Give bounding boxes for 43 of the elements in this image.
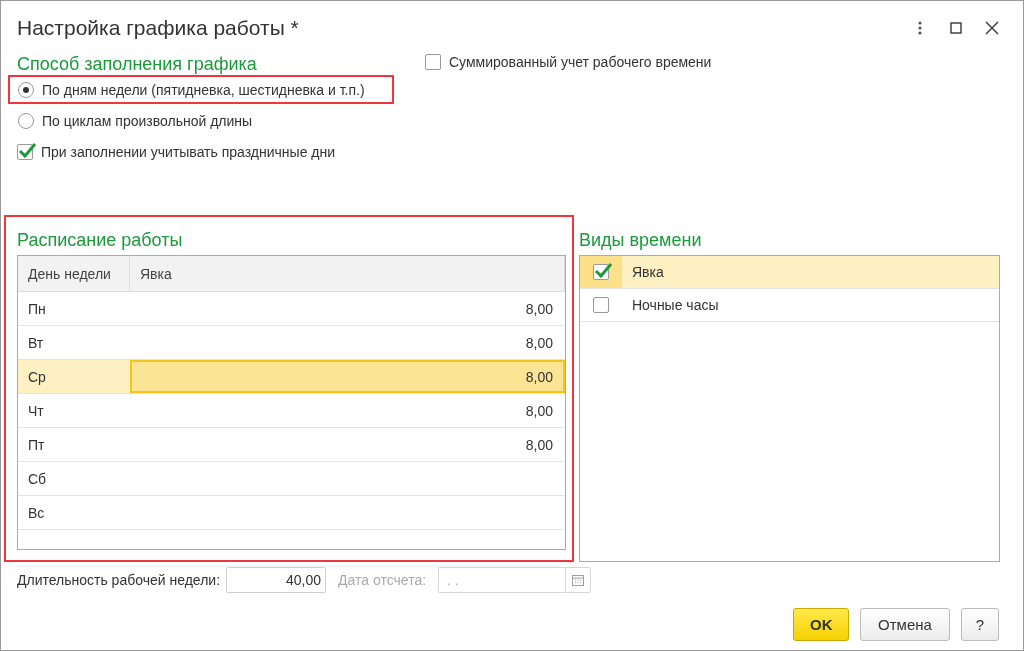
section-heading: Расписание работы [17, 229, 184, 251]
table-cell-text: Чт [27, 401, 45, 421]
week-length-field[interactable]: 40,00 [226, 567, 327, 593]
maximize-icon [950, 22, 962, 34]
section-heading: Виды времени [579, 229, 703, 251]
radio-label: По циклам произвольной длины [42, 112, 253, 129]
table-cell: Явка [622, 256, 999, 288]
table-cell[interactable]: 8,00 [130, 360, 565, 393]
calendar-button[interactable] [565, 567, 592, 593]
more-icon [918, 21, 922, 35]
table-cell[interactable]: 8,00 [130, 394, 565, 427]
checkmark-icon [593, 261, 613, 281]
cancel-button[interactable]: Отмена [860, 608, 950, 641]
table-cell: Ср [18, 360, 130, 393]
checkbox[interactable] [593, 264, 609, 280]
column-header[interactable]: Явка [130, 256, 565, 291]
checkmark-icon [17, 140, 37, 161]
table-cell[interactable]: 8,00 [130, 326, 565, 359]
window-title: Настройка графика работы * [17, 16, 300, 40]
table-cell-text: Сб [27, 469, 48, 489]
field-label: Длительность рабочей недели: [17, 572, 221, 588]
table-cell-text: Пн [27, 299, 47, 319]
table-cell-text: Ночные часы [631, 296, 720, 315]
field-label: Дата отсчета: [338, 572, 427, 588]
checkbox[interactable] [425, 53, 441, 70]
table-cell-text: Вт [27, 333, 45, 353]
checkbox-label: При заполнении учитывать праздничные дни [41, 143, 336, 160]
ok-button[interactable]: OK [793, 608, 849, 641]
table-cell-text: Вс [27, 503, 46, 523]
help-button[interactable]: ? [961, 608, 999, 641]
radio-button[interactable] [18, 81, 34, 98]
radio-button[interactable] [18, 112, 34, 129]
table-cell[interactable]: 8,00 [130, 292, 565, 325]
table-cell-text: Пт [27, 435, 46, 455]
column-header[interactable]: День недели [18, 256, 130, 291]
section-heading: Способ заполнения графика [17, 53, 258, 75]
table-cell[interactable]: 8,00 [130, 428, 565, 461]
checkbox[interactable] [17, 143, 33, 160]
radio-label: По дням недели (пятидневка, шестидневка и т.п.) [42, 81, 365, 98]
close-icon [985, 21, 999, 35]
checkbox[interactable] [593, 297, 609, 313]
checkbox-label: Суммированный учет рабочего времени [449, 53, 712, 70]
calendar-icon [572, 574, 585, 586]
